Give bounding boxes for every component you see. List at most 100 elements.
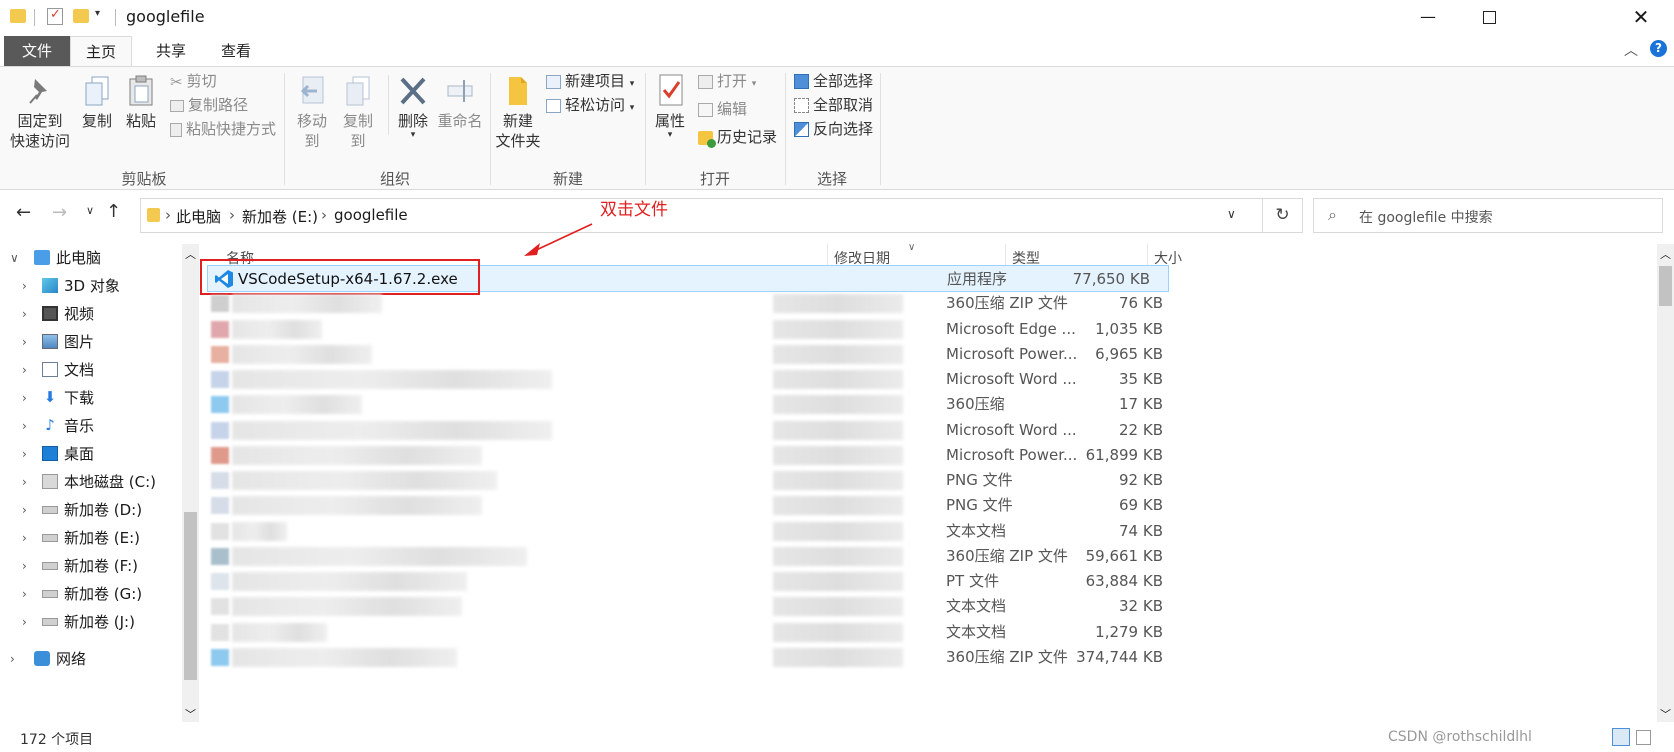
select-all-button[interactable]: 全部选择 bbox=[794, 69, 873, 93]
scroll-thumb[interactable] bbox=[1659, 266, 1672, 306]
chevron-right-icon[interactable]: › bbox=[22, 552, 27, 580]
chevron-right-icon[interactable]: › bbox=[22, 580, 27, 608]
copy-path-button[interactable]: 复制路径 bbox=[170, 93, 248, 117]
file-row[interactable]: Microsoft Word ... 35 KB bbox=[211, 366, 1250, 393]
customize-qat-icon[interactable]: ▾ bbox=[95, 8, 100, 19]
cut-button[interactable]: ✂ 剪切 bbox=[170, 69, 217, 93]
chevron-right-icon: › bbox=[321, 206, 327, 224]
scroll-down-icon[interactable]: ﹀ bbox=[1660, 706, 1671, 722]
drive-icon bbox=[42, 562, 58, 570]
nav-scrollbar[interactable]: ︿ ﹀ bbox=[182, 244, 199, 722]
move-to-button[interactable]: 移动到 bbox=[290, 75, 334, 151]
forward-button[interactable]: → bbox=[52, 202, 67, 223]
divider bbox=[785, 73, 786, 185]
file-row[interactable]: VSCodeSetup-x64-1.67.2.exe 应用程序 77,650 KB bbox=[200, 259, 1169, 295]
easy-access-button[interactable]: 轻松访问 ▾ bbox=[546, 93, 634, 117]
file-row[interactable]: PNG 文件 92 KB bbox=[211, 467, 1250, 494]
file-row[interactable]: PT 文件 63,884 KB bbox=[211, 568, 1250, 595]
breadcrumb-drive-e[interactable]: 新加卷 (E:) bbox=[242, 206, 318, 227]
scroll-up-icon[interactable]: ︿ bbox=[185, 246, 196, 262]
tab-home[interactable]: 主页 bbox=[70, 36, 132, 67]
file-date-blurred bbox=[773, 471, 903, 490]
scroll-down-icon[interactable]: ﹀ bbox=[185, 706, 196, 722]
delete-button[interactable]: 删除 ▾ bbox=[392, 75, 434, 140]
window-title: googlefile bbox=[126, 7, 205, 26]
file-row[interactable]: 360压缩 17 KB bbox=[211, 391, 1250, 418]
minimize-button[interactable]: — bbox=[1405, 0, 1451, 34]
file-row[interactable]: Microsoft Word ... 22 KB bbox=[211, 417, 1250, 444]
chevron-right-icon[interactable]: › bbox=[22, 468, 27, 496]
new-item-button[interactable]: 新建项目 ▾ bbox=[546, 69, 634, 93]
file-row[interactable]: Microsoft Edge ... 1,035 KB bbox=[211, 316, 1250, 343]
close-button[interactable]: ✕ bbox=[1618, 0, 1664, 34]
file-row[interactable]: 360压缩 ZIP 文件 59,661 KB bbox=[211, 543, 1250, 570]
file-row[interactable]: Microsoft Power... 61,899 KB bbox=[211, 442, 1250, 469]
drive-icon bbox=[42, 590, 58, 598]
copy-to-button[interactable]: 复制到 bbox=[336, 75, 380, 151]
maximize-button[interactable] bbox=[1466, 0, 1512, 34]
file-row[interactable]: PNG 文件 69 KB bbox=[211, 492, 1250, 519]
chevron-right-icon[interactable]: › bbox=[22, 384, 27, 412]
invert-selection-button[interactable]: 反向选择 bbox=[794, 117, 873, 141]
new-folder-qat-icon[interactable] bbox=[73, 9, 89, 23]
chevron-right-icon[interactable]: › bbox=[22, 412, 27, 440]
chevron-right-icon[interactable]: › bbox=[22, 524, 27, 552]
group-label-organize: 组织 bbox=[379, 170, 410, 188]
scroll-thumb[interactable] bbox=[184, 512, 197, 680]
chevron-right-icon[interactable]: › bbox=[22, 356, 27, 384]
file-row[interactable]: 文本文档 32 KB bbox=[211, 593, 1250, 620]
pin-to-quick-access-button[interactable]: 固定到 快速访问 bbox=[8, 75, 72, 151]
up-button[interactable]: ↑ bbox=[106, 201, 121, 222]
delete-label: 删除 bbox=[397, 112, 428, 130]
large-icons-view-icon[interactable] bbox=[1636, 730, 1651, 745]
chevron-right-icon[interactable]: › bbox=[10, 645, 15, 673]
file-row[interactable]: Microsoft Power... 6,965 KB bbox=[211, 341, 1250, 368]
file-size: 17 KB bbox=[1119, 395, 1163, 414]
file-row[interactable]: 文本文档 74 KB bbox=[211, 518, 1250, 545]
rename-button[interactable]: 重命名 bbox=[436, 75, 484, 131]
open-button[interactable]: 打开 ▾ bbox=[698, 69, 756, 93]
open-icon bbox=[698, 74, 713, 89]
drive-icon bbox=[42, 534, 58, 542]
chevron-right-icon[interactable]: › bbox=[22, 272, 27, 300]
search-box[interactable]: ⌕ 在 googlefile 中搜索 bbox=[1313, 198, 1663, 233]
copy-button[interactable]: 复制 bbox=[78, 75, 116, 131]
collapse-ribbon-icon[interactable]: ︿ bbox=[1624, 40, 1638, 60]
chevron-right-icon[interactable]: › bbox=[22, 440, 27, 468]
properties-qat-icon[interactable]: ✓ bbox=[47, 7, 63, 25]
nav-item-label: 图片 bbox=[64, 333, 95, 351]
chevron-right-icon[interactable]: › bbox=[22, 608, 27, 636]
file-row[interactable]: 360压缩 ZIP 文件 76 KB bbox=[211, 290, 1250, 317]
select-none-button[interactable]: 全部取消 bbox=[794, 93, 873, 117]
tab-file[interactable]: 文件 bbox=[4, 36, 70, 66]
chevron-right-icon[interactable]: › bbox=[22, 300, 27, 328]
address-dropdown-button[interactable]: ∨ bbox=[1227, 207, 1236, 221]
paste-shortcut-button[interactable]: 粘贴快捷方式 bbox=[170, 117, 276, 141]
refresh-button[interactable]: ↻ bbox=[1263, 198, 1303, 233]
paste-button[interactable]: 粘贴 bbox=[122, 75, 160, 131]
file-list-scrollbar[interactable]: ︿ ﹀ bbox=[1657, 244, 1674, 722]
breadcrumb-googlefile[interactable]: googlefile bbox=[334, 206, 408, 224]
address-bar[interactable]: › 此电脑 › 新加卷 (E:) › googlefile ∨ bbox=[140, 198, 1263, 233]
breadcrumb-this-pc[interactable]: 此电脑 bbox=[176, 206, 221, 227]
scroll-up-icon[interactable]: ︿ bbox=[1660, 246, 1671, 262]
music-icon: ♪ bbox=[45, 416, 55, 434]
chevron-down-icon: ▾ bbox=[751, 79, 757, 89]
recent-locations-button[interactable]: ∨ bbox=[86, 204, 94, 217]
edit-button[interactable]: 编辑 bbox=[698, 97, 747, 121]
details-view-icon[interactable] bbox=[1612, 728, 1630, 746]
file-row[interactable]: 文本文档 1,279 KB bbox=[211, 619, 1250, 646]
help-icon[interactable]: ? bbox=[1650, 40, 1667, 57]
file-row[interactable]: 360压缩 ZIP 文件 374,744 KB bbox=[211, 644, 1250, 671]
history-button[interactable]: 历史记录 bbox=[698, 125, 777, 149]
new-folder-button[interactable]: 新建 文件夹 bbox=[494, 73, 542, 151]
chevron-right-icon[interactable]: › bbox=[22, 496, 27, 524]
tab-view[interactable]: 查看 bbox=[205, 36, 267, 66]
properties-icon bbox=[655, 73, 685, 107]
tab-share[interactable]: 共享 bbox=[140, 36, 202, 66]
back-button[interactable]: ← bbox=[16, 202, 31, 223]
chevron-down-icon[interactable]: ∨ bbox=[10, 244, 19, 272]
properties-button[interactable]: 属性 ▾ bbox=[650, 73, 690, 140]
file-date-blurred bbox=[773, 597, 903, 617]
chevron-right-icon[interactable]: › bbox=[22, 328, 27, 356]
